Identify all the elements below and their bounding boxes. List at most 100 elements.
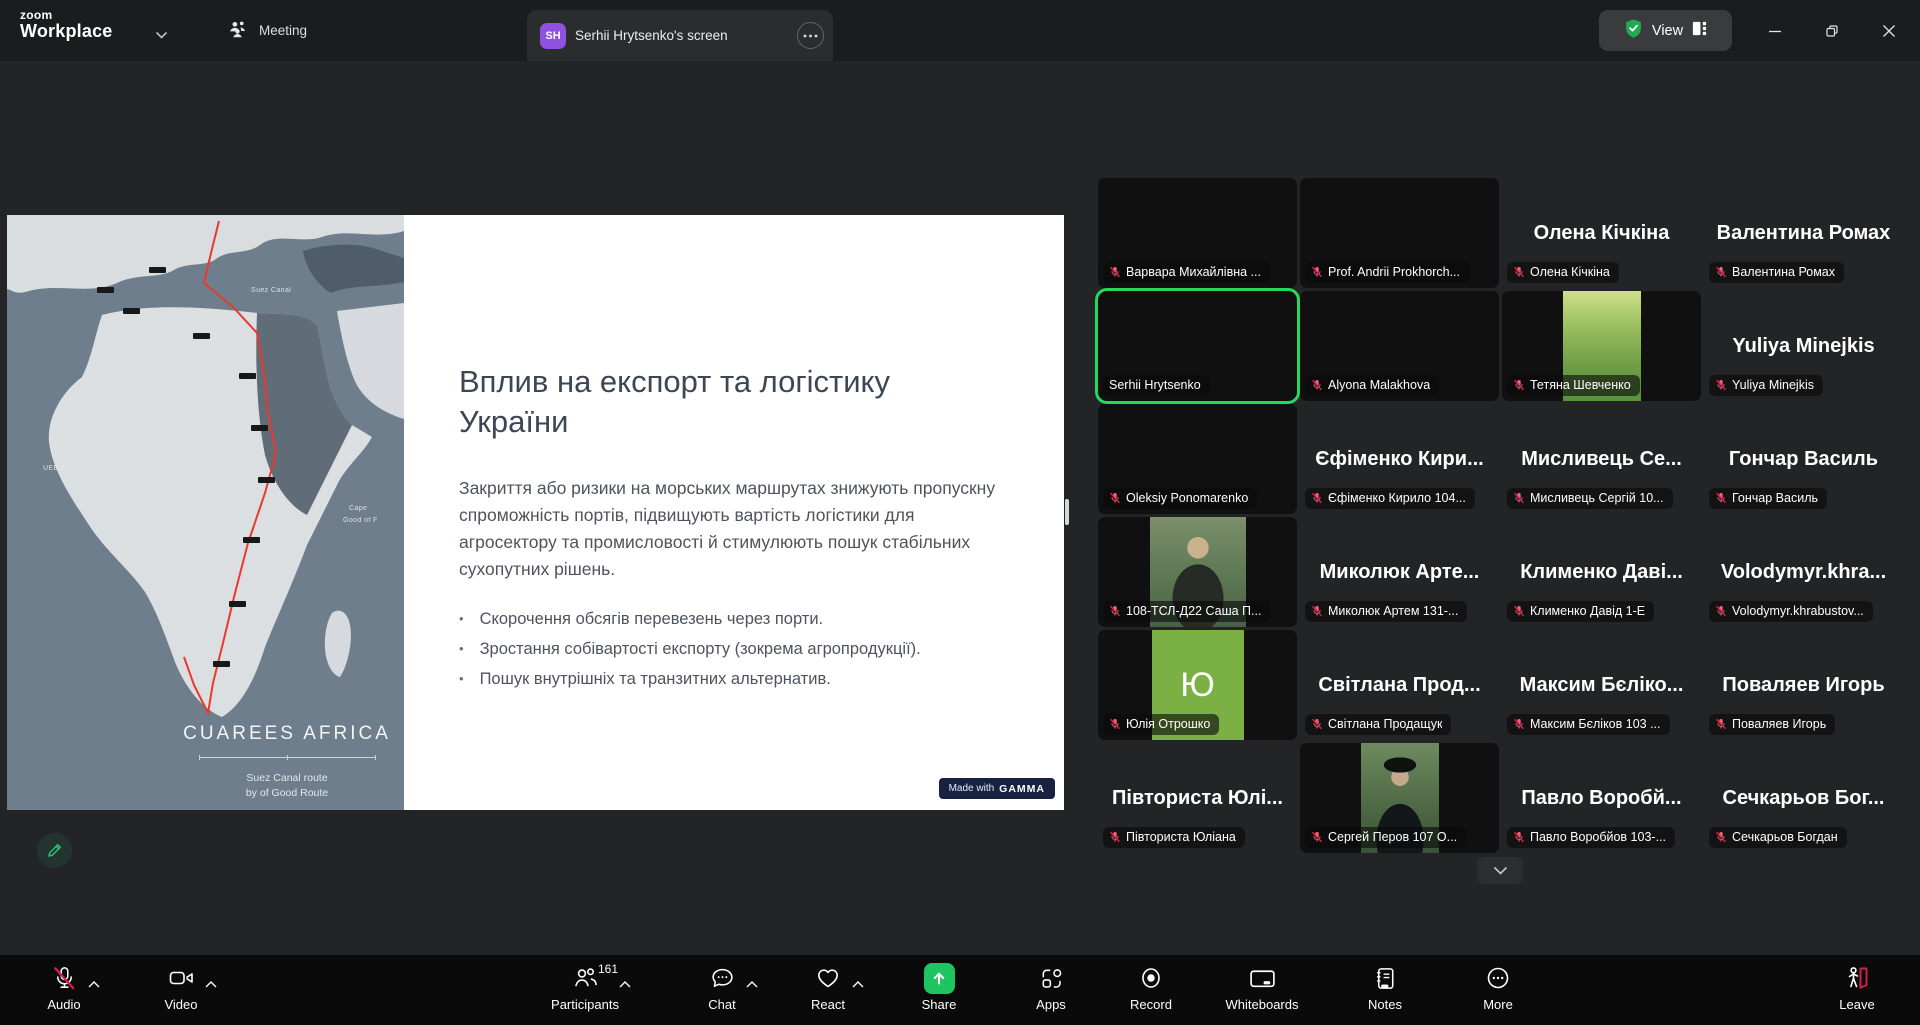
whiteboards-icon xyxy=(1248,962,1277,994)
participant-tile[interactable]: Мисливець Се... Мисливець Сергій 10... xyxy=(1502,404,1701,514)
participant-tile[interactable]: 108-ТСЛ-Д22 Саша П... xyxy=(1098,517,1297,627)
toolbar-record-button[interactable]: Record xyxy=(1091,962,1211,1012)
record-icon xyxy=(1137,962,1165,994)
tile-name-label: Миколюк Артем 131-... xyxy=(1328,604,1458,618)
bullet-dot: • xyxy=(459,608,464,630)
made-with-gamma-badge[interactable]: Made with GAMMA xyxy=(939,778,1055,799)
muted-mic-icon xyxy=(1311,718,1323,730)
toolbar-audio-button[interactable]: Audio xyxy=(4,962,124,1012)
close-button[interactable] xyxy=(1865,0,1912,61)
chevron-up-icon[interactable] xyxy=(746,975,758,993)
slide-bullet: • Скорочення обсягів перевезень через по… xyxy=(459,608,1016,630)
muted-mic-icon xyxy=(1311,831,1323,843)
tab-shared-screen-label: Serhii Hrytsenko's screen xyxy=(575,28,788,43)
participant-name-chip: Валентина Ромах xyxy=(1709,262,1844,283)
participant-tile[interactable]: Павло Воробй... Павло Воробйов 103-... xyxy=(1502,743,1701,853)
map-caption: CUAREES AFRICA Suez Canal route by of Go… xyxy=(127,723,404,801)
toolbar-more-button[interactable]: More xyxy=(1438,962,1558,1012)
tab-meeting[interactable]: Meeting xyxy=(213,0,321,61)
security-shield-icon xyxy=(1623,18,1644,44)
muted-mic-icon xyxy=(1715,379,1727,391)
participant-name-chip: Єфіменко Кирило 104... xyxy=(1305,488,1475,509)
map-label: Suez Canal xyxy=(251,287,291,294)
chat-icon xyxy=(709,962,736,994)
muted-mic-icon xyxy=(1109,266,1121,278)
tile-name-label: Світлана Продащук xyxy=(1328,717,1442,731)
tile-name-label: Максим Бєліков 103 ... xyxy=(1530,717,1661,731)
tile-name-label: Юлія Отрошко xyxy=(1126,717,1210,731)
toolbar-whiteboards-button[interactable]: Whiteboards xyxy=(1202,962,1322,1012)
participant-tile[interactable]: Варвара Михайлівна ... xyxy=(1098,178,1297,288)
toolbar-share-button[interactable]: Share xyxy=(879,962,999,1012)
meeting-toolbar: Audio Video 161 Participants Chat React … xyxy=(0,955,1920,1025)
notes-icon xyxy=(1372,962,1399,994)
slide-paragraph: Закриття або ризики на морських маршрута… xyxy=(459,475,1016,583)
badge-prefix: Made with xyxy=(949,783,995,794)
react-icon xyxy=(814,962,842,994)
toolbar-react-button[interactable]: React xyxy=(768,962,888,1012)
chevron-up-icon[interactable] xyxy=(205,975,217,993)
participant-tile[interactable]: Yuliya Minejkis Yuliya Minejkis xyxy=(1704,291,1903,401)
toolbar-participants-button[interactable]: 161 Participants xyxy=(525,962,645,1012)
participant-tile[interactable]: Півториста Юлі... Півториста Юліана xyxy=(1098,743,1297,853)
muted-mic-icon xyxy=(1715,266,1727,278)
participant-tile[interactable]: Гончар Василь Гончар Василь xyxy=(1704,404,1903,514)
shared-screen-slide: Suez Canal Cape Good of F UEE Z CUAREES … xyxy=(7,215,1064,810)
bullet-text: Скорочення обсягів перевезень через порт… xyxy=(480,608,824,630)
chevron-up-icon[interactable] xyxy=(88,975,100,993)
participant-name-chip: Юлія Отрошко xyxy=(1103,714,1219,735)
tile-name-label: Павло Воробйов 103-... xyxy=(1530,830,1666,844)
toolbar-video-button[interactable]: Video xyxy=(121,962,241,1012)
participant-name-chip: Півториста Юліана xyxy=(1103,827,1245,848)
participant-tile[interactable]: Volodymyr.khra... Volodymyr.khrabustov..… xyxy=(1704,517,1903,627)
map-subtitle-2: by of Good Route xyxy=(127,786,404,801)
participant-tile[interactable]: Валентина Ромах Валентина Ромах xyxy=(1704,178,1903,288)
participant-tile[interactable]: Тетяна Шевченко xyxy=(1502,291,1701,401)
toolbar-leave-button[interactable]: Leave xyxy=(1797,962,1917,1012)
chevron-up-icon[interactable] xyxy=(619,975,631,993)
toolbar-chat-button[interactable]: Chat xyxy=(662,962,782,1012)
participant-tile[interactable]: Світлана Прод... Світлана Продащук xyxy=(1300,630,1499,740)
chevron-down-icon[interactable] xyxy=(155,26,168,44)
view-button-label: View xyxy=(1652,23,1683,39)
restore-window-button[interactable] xyxy=(1808,0,1855,61)
participant-tile[interactable]: Prof. Andrii Prokhorch... xyxy=(1300,178,1499,288)
tab-shared-screen[interactable]: SH Serhii Hrytsenko's screen xyxy=(527,10,833,61)
toolbar-notes-button[interactable]: Notes xyxy=(1325,962,1445,1012)
muted-mic-icon xyxy=(1715,492,1727,504)
panel-resize-handle[interactable] xyxy=(1065,499,1069,525)
participant-tile[interactable]: Миколюк Арте... Миколюк Артем 131-... xyxy=(1300,517,1499,627)
participant-tile[interactable]: Сечкарьов Бог... Сечкарьов Богдан xyxy=(1704,743,1903,853)
participant-tile[interactable]: Ю Юлія Отрошко xyxy=(1098,630,1297,740)
minimize-button[interactable] xyxy=(1751,0,1798,61)
participant-tile[interactable]: Клименко Даві... Клименко Давід 1-Е xyxy=(1502,517,1701,627)
tile-name-label: Alyona Malakhova xyxy=(1328,378,1430,392)
participant-tile[interactable]: Serhii Hrytsenko xyxy=(1098,291,1297,401)
muted-mic-icon xyxy=(1513,492,1525,504)
participant-tile[interactable]: Максим Бєліко... Максим Бєліков 103 ... xyxy=(1502,630,1701,740)
zoom-workplace-logo: zoom Workplace xyxy=(20,8,113,42)
share-icon xyxy=(924,962,955,994)
muted-mic-icon xyxy=(1513,266,1525,278)
annotate-pencil-button[interactable] xyxy=(37,833,72,868)
tab-options-icon[interactable] xyxy=(797,22,824,49)
tile-name-label: Півториста Юліана xyxy=(1126,830,1236,844)
participants-count: 161 xyxy=(598,962,618,976)
participant-tile[interactable]: Oleksiy Ponomarenko xyxy=(1098,404,1297,514)
tile-name-label: Volodymyr.khrabustov... xyxy=(1732,604,1864,618)
muted-mic-icon xyxy=(1109,831,1121,843)
chevron-up-icon[interactable] xyxy=(852,975,864,993)
badge-brand: GAMMA xyxy=(999,783,1045,795)
gallery-expand-button[interactable] xyxy=(1477,857,1523,884)
tile-name-label: Тетяна Шевченко xyxy=(1530,378,1631,392)
participant-tile[interactable]: Єфіменко Кири... Єфіменко Кирило 104... xyxy=(1300,404,1499,514)
view-button[interactable]: View xyxy=(1599,10,1732,51)
participant-tile[interactable]: Alyona Malakhova xyxy=(1300,291,1499,401)
participant-tile[interactable]: Поваляев Игорь Поваляев Игорь xyxy=(1704,630,1903,740)
tile-name-label: Варвара Михайлівна ... xyxy=(1126,265,1261,279)
tile-name-label: 108-ТСЛ-Д22 Саша П... xyxy=(1126,604,1261,618)
participant-tile[interactable]: Олена Кічкіна Олена Кічкіна xyxy=(1502,178,1701,288)
participant-name-chip: 108-ТСЛ-Д22 Саша П... xyxy=(1103,601,1270,622)
participant-tile[interactable]: Сергей Перов 107 О... xyxy=(1300,743,1499,853)
participants-icon xyxy=(571,962,599,994)
